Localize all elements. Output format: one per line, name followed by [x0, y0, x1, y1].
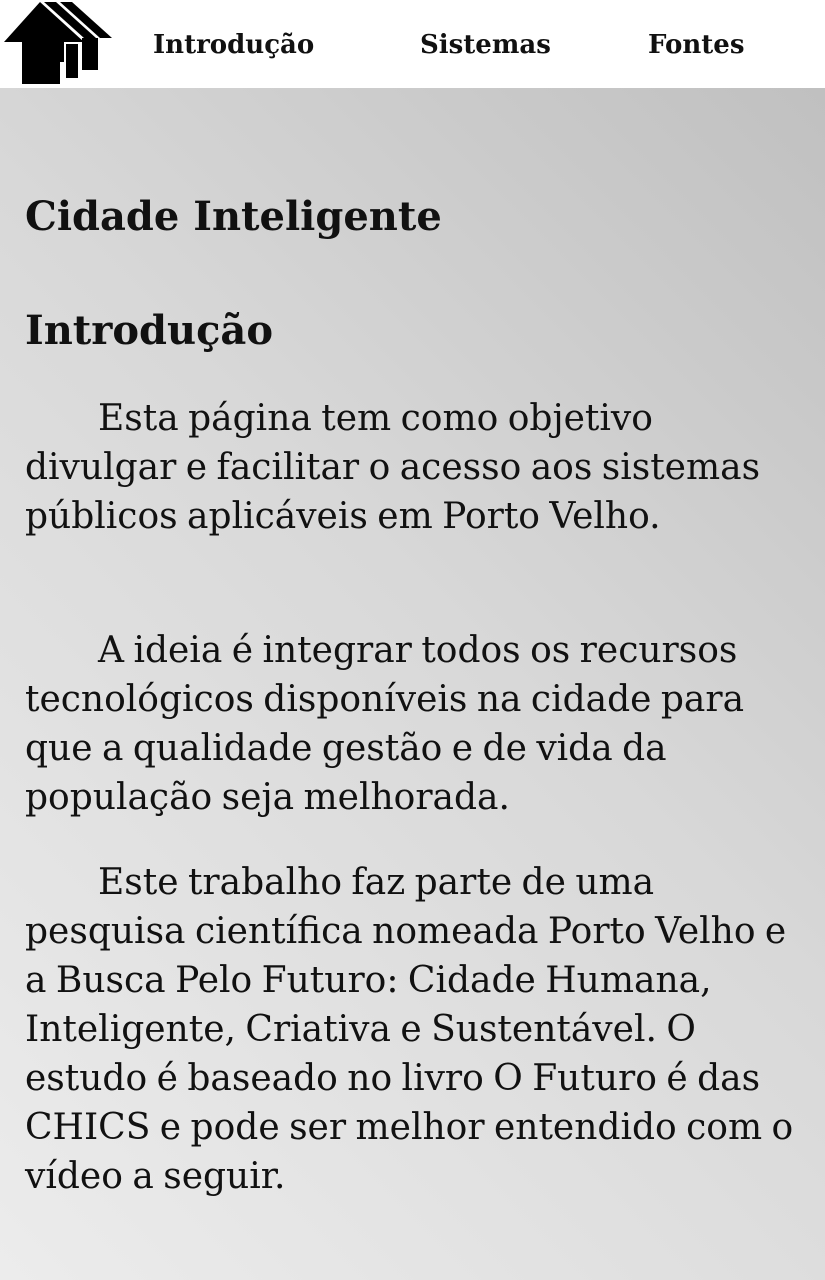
intro-paragraph-1: Esta página tem como objetivo divulgar e… [25, 398, 761, 537]
section-title: Introdução [25, 307, 274, 354]
intro-paragraph-3: Este trabalho faz parte de uma pesquisa … [25, 862, 794, 1197]
intro-paragraph-2: A ideia é integrar todos os recursos tec… [25, 630, 745, 818]
nav-link-sistemas[interactable]: Sistemas [420, 28, 551, 62]
nav-link-fontes[interactable]: Fontes [648, 28, 744, 62]
main-content: Cidade Inteligente Introdução Esta págin… [0, 88, 825, 1280]
top-navigation-bar: Introdução Sistemas Fontes [0, 0, 825, 88]
site-title: Cidade Inteligente [25, 193, 442, 240]
houses-logo-icon[interactable] [4, 2, 112, 84]
nav-link-introducao[interactable]: Introdução [153, 28, 314, 62]
